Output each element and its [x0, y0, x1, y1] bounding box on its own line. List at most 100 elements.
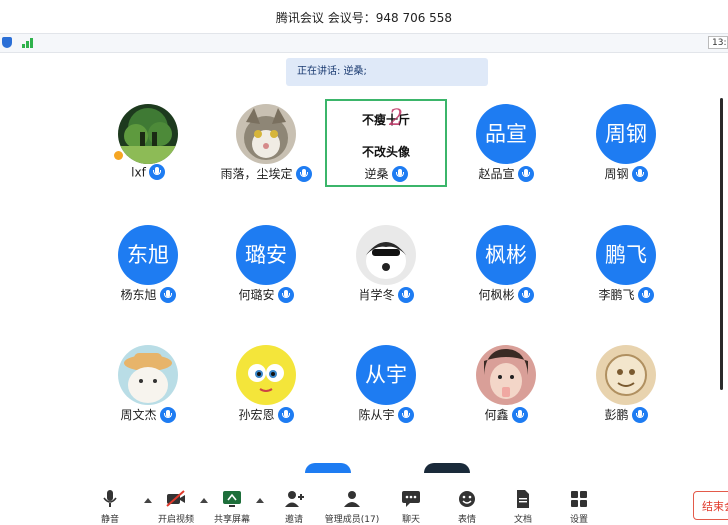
participant-tile[interactable]: 雨落，尘埃定: [206, 99, 326, 189]
participant-name: 赵品宣: [478, 167, 515, 181]
emoji-label: 表情: [457, 515, 476, 525]
end-meeting-button[interactable]: 结束会: [693, 491, 728, 520]
participant-tile[interactable]: 鹏飞 李鹏飞: [566, 220, 686, 310]
participant-name: 杨东旭: [120, 288, 157, 302]
mic-icon[interactable]: [397, 286, 414, 303]
clock-label: 13:: [708, 36, 728, 49]
mic-icon[interactable]: [511, 406, 528, 423]
share-label: 共享屏幕: [213, 515, 250, 525]
docs-label: 文档: [513, 515, 532, 525]
participant-tile[interactable]: 孙宏恩: [206, 340, 326, 430]
add-person-icon: [285, 491, 304, 507]
signature-line-1: 不瘦十斤: [361, 113, 410, 127]
participant-tile[interactable]: 何鑫: [446, 340, 566, 430]
mic-icon[interactable]: [517, 286, 534, 303]
avatar: [356, 225, 416, 285]
participant-name: 周钢: [604, 167, 629, 181]
participant-name: 雨落，尘埃定: [220, 167, 293, 181]
avatar: 品宣: [476, 104, 536, 164]
share-options-caret[interactable]: [256, 498, 264, 503]
participant-name: 肖学冬: [358, 288, 395, 302]
emoji-button[interactable]: 表情: [437, 486, 497, 525]
scrollbar[interactable]: [720, 98, 723, 390]
participant-tile[interactable]: 肖学冬: [326, 220, 446, 310]
mic-icon[interactable]: [159, 406, 176, 423]
participant-tile[interactable]: 周钢 周钢: [566, 99, 686, 189]
avatar: 枫彬: [476, 225, 536, 285]
mic-icon[interactable]: [295, 165, 312, 182]
invite-label: 邀请: [284, 515, 303, 525]
participant-name: 何璐安: [238, 288, 275, 302]
mic-icon[interactable]: [517, 165, 534, 182]
mic-icon[interactable]: [277, 286, 294, 303]
mic-icon[interactable]: [397, 406, 414, 423]
active-speaker-tile[interactable]: 不瘦十斤 2 不改头像 逆桑: [325, 99, 447, 187]
avatar: [596, 345, 656, 405]
mic-icon[interactable]: [631, 406, 648, 423]
mic-icon[interactable]: [631, 165, 648, 182]
mute-button[interactable]: 静音: [80, 486, 140, 525]
participant-tile[interactable]: 东旭 杨东旭: [88, 220, 208, 310]
settings-label: 设置: [569, 515, 588, 525]
microphone-icon: [103, 490, 117, 507]
participant-tile[interactable]: 枫彬 何枫彬: [446, 220, 566, 310]
avatar: [236, 345, 296, 405]
avatar: [305, 463, 351, 473]
video-label: 开启视频: [157, 515, 194, 525]
mic-icon[interactable]: [637, 286, 654, 303]
manage-members-button[interactable]: 管理成员(17): [322, 486, 382, 525]
speaking-indicator: 正在讲话: 逆桑;: [286, 58, 488, 86]
window-title: 腾讯会议 会议号：948 706 558: [275, 11, 453, 25]
participant-name: 周文杰: [120, 408, 157, 422]
mic-icon[interactable]: [391, 165, 408, 182]
members-icon: [344, 491, 360, 507]
mic-icon[interactable]: [148, 164, 165, 180]
share-screen-icon: [223, 491, 241, 507]
document-icon: [517, 490, 529, 508]
avatar: [476, 345, 536, 405]
hand-raise-icon: [114, 151, 123, 160]
mic-icon[interactable]: [277, 406, 294, 423]
video-button[interactable]: 开启视频: [146, 486, 206, 525]
participant-tile[interactable]: 彭鹏: [566, 340, 686, 430]
chat-button[interactable]: 聊天: [381, 486, 441, 525]
participant-name: 李鹏飞: [598, 288, 635, 302]
share-screen-button[interactable]: 共享屏幕: [202, 486, 262, 525]
avatar: 东旭: [118, 225, 178, 285]
meeting-toolbar: 静音 开启视频 共享屏幕 邀请 管理成员(17) 聊天 表情 文档 设置: [0, 486, 728, 525]
grid-settings-icon: [571, 491, 587, 507]
title-bar: 腾讯会议 会议号：948 706 558: [0, 0, 728, 32]
avatar: 鹏飞: [596, 225, 656, 285]
mic-icon[interactable]: [159, 286, 176, 303]
settings-button[interactable]: 设置: [549, 486, 609, 525]
participant-name: 逆桑: [364, 167, 389, 181]
participant-name: 孙宏恩: [238, 408, 275, 422]
participant-name: 何鑫: [484, 408, 509, 422]
participant-tile[interactable]: 璐安 何璐安: [206, 220, 326, 310]
shield-icon[interactable]: [2, 37, 12, 48]
avatar: 周钢: [596, 104, 656, 164]
signature-overlay: 2: [389, 106, 403, 131]
participant-name: 彭鹏: [604, 408, 629, 422]
video-off-icon: [166, 490, 185, 507]
members-label: 管理成员(17): [324, 515, 380, 525]
signal-icon: [22, 38, 36, 48]
avatar: 从宇: [356, 345, 416, 405]
participant-tile[interactable]: 周文杰: [88, 340, 208, 430]
avatar: [118, 345, 178, 405]
participant-name: 陈从宇: [358, 408, 395, 422]
emoji-icon: [459, 491, 475, 507]
invite-button[interactable]: 邀请: [264, 486, 324, 525]
chat-label: 聊天: [401, 515, 420, 525]
participant-tile[interactable]: 从宇 陈从宇: [326, 340, 446, 430]
docs-button[interactable]: 文档: [493, 486, 553, 525]
avatar: 璐安: [236, 225, 296, 285]
status-bar: 13:: [0, 33, 728, 53]
signature-line-2: 不改头像: [361, 145, 410, 159]
participant-name: 何枫彬: [478, 288, 515, 302]
avatar: [118, 104, 178, 164]
avatar: [424, 463, 470, 473]
participant-tile[interactable]: lxf: [88, 99, 208, 189]
chat-icon: [402, 491, 420, 507]
participant-tile[interactable]: 品宣 赵品宣: [446, 99, 566, 189]
